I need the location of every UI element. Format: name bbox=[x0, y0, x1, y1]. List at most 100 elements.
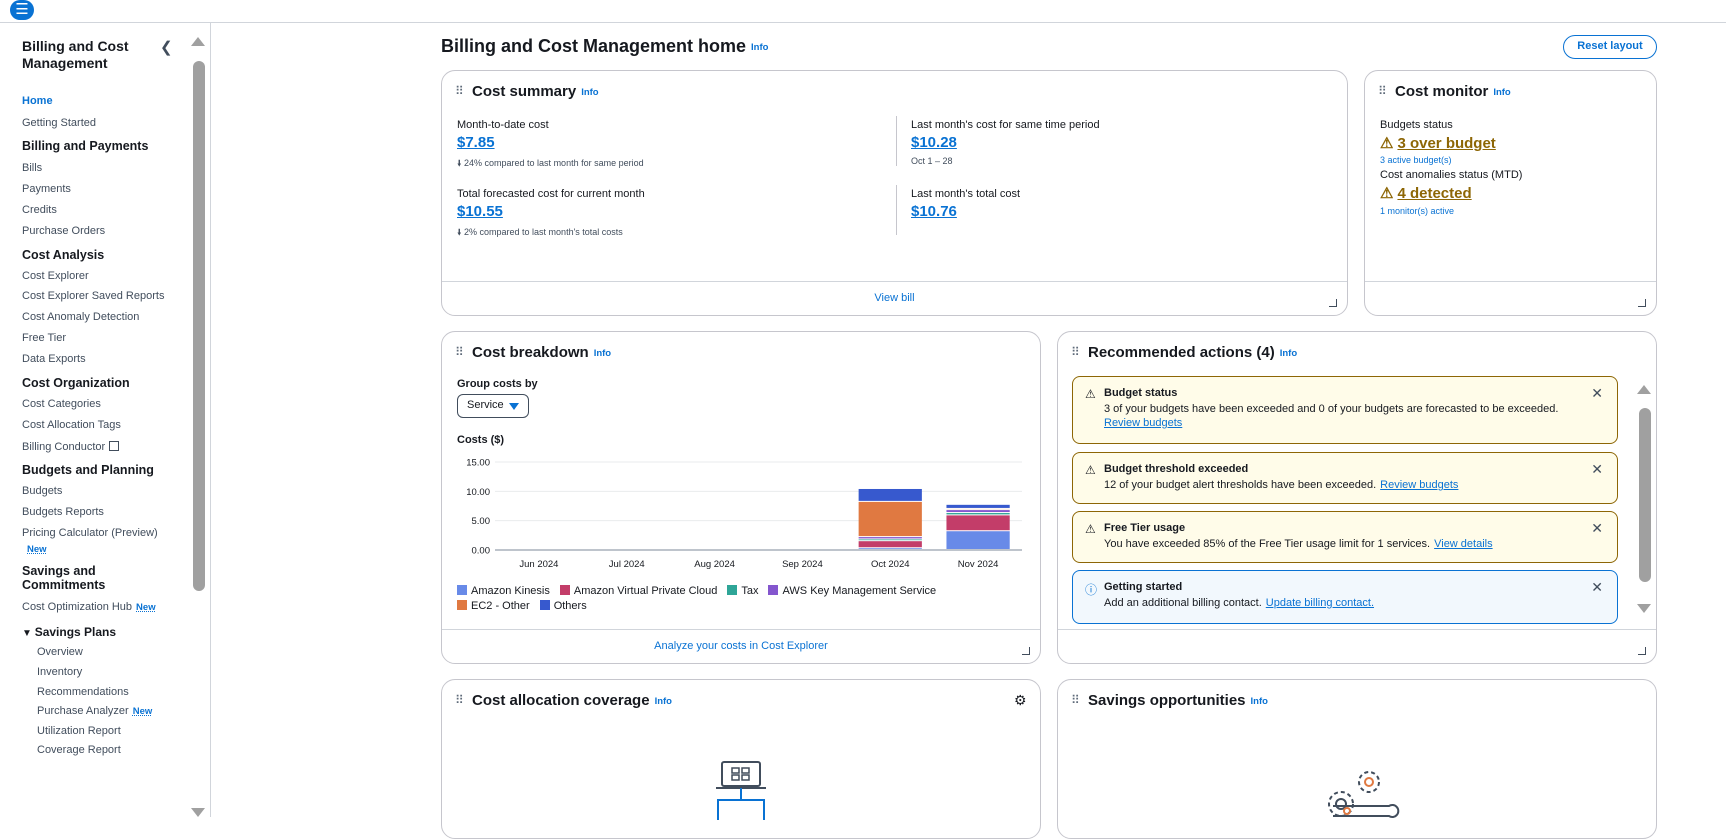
collapse-icon[interactable]: ❮ bbox=[160, 38, 173, 56]
forecast-value[interactable]: $10.55 bbox=[457, 203, 503, 220]
sidebar-item-overview[interactable]: Overview bbox=[37, 646, 83, 658]
drag-handle-icon[interactable]: ⠿ bbox=[455, 84, 463, 98]
active-budgets-link[interactable]: 3 active budget(s) bbox=[1380, 155, 1452, 165]
group-by-select[interactable]: Service bbox=[457, 394, 529, 418]
forecast-label: Total forecasted cost for current month bbox=[457, 188, 645, 200]
alert-action-link[interactable]: View details bbox=[1434, 538, 1493, 550]
legend-item[interactable]: EC2 - Other bbox=[457, 599, 530, 614]
view-bill-link[interactable]: View bill bbox=[874, 292, 914, 304]
budgets-status-value[interactable]: ⚠3 over budget bbox=[1380, 134, 1496, 152]
sidebar-item-pricing-calculator-preview[interactable]: Pricing Calculator (Preview) bbox=[22, 527, 158, 539]
resize-handle-icon[interactable] bbox=[1638, 647, 1646, 655]
bar-segment bbox=[859, 539, 922, 540]
sidebar-item-cost-categories[interactable]: Cost Categories bbox=[22, 398, 101, 410]
sidebar-item-cost-allocation-tags[interactable]: Cost Allocation Tags bbox=[22, 419, 121, 431]
mtd-value[interactable]: $7.85 bbox=[457, 134, 495, 151]
budgets-status-text[interactable]: 3 over budget bbox=[1397, 135, 1495, 152]
sidebar-scrollbar[interactable] bbox=[193, 61, 205, 591]
sidebar-item-home[interactable]: Home bbox=[22, 95, 53, 107]
legend-swatch bbox=[457, 600, 467, 610]
scroll-up-icon[interactable] bbox=[1637, 385, 1651, 394]
warning-icon: ⚠ bbox=[1380, 134, 1393, 152]
alert-action-link[interactable]: Review budgets bbox=[1380, 479, 1458, 491]
sidebar-item-payments[interactable]: Payments bbox=[22, 183, 71, 195]
sidebar: Billing and Cost Management ❮ HomeGettin… bbox=[0, 23, 211, 817]
sidebar-item-credits[interactable]: Credits bbox=[22, 204, 57, 216]
sidebar-section-heading: Commitments bbox=[22, 578, 105, 592]
cost-breakdown-chart: 15.0010.005.000.00Jun 2024Jul 2024Aug 20… bbox=[455, 452, 1030, 577]
info-link[interactable]: Info bbox=[1280, 348, 1297, 359]
sidebar-item-cost-explorer-saved-reports[interactable]: Cost Explorer Saved Reports bbox=[22, 290, 164, 302]
scroll-up-icon[interactable] bbox=[191, 37, 205, 46]
page-title: Billing and Cost Management homeInfo bbox=[441, 36, 768, 57]
alert-text: Add an additional billing contact.Update… bbox=[1104, 597, 1374, 609]
sidebar-item-utilization-report[interactable]: Utilization Report bbox=[37, 725, 121, 737]
anomalies-value[interactable]: ⚠4 detected bbox=[1380, 184, 1472, 202]
resize-handle-icon[interactable] bbox=[1329, 299, 1337, 307]
sidebar-item-purchase-analyzer[interactable]: Purchase AnalyzerNew bbox=[37, 705, 152, 717]
reset-layout-button[interactable]: Reset layout bbox=[1563, 35, 1657, 59]
sidebar-item-data-exports[interactable]: Data Exports bbox=[22, 353, 86, 365]
legend-item[interactable]: AWS Key Management Service bbox=[768, 584, 936, 599]
legend-item[interactable]: Others bbox=[540, 599, 587, 614]
hamburger-icon[interactable]: ☰ bbox=[10, 0, 34, 20]
info-link[interactable]: Info bbox=[581, 87, 598, 98]
legend-item[interactable]: Amazon Kinesis bbox=[457, 584, 550, 599]
last-same-label: Last month's cost for same time period bbox=[911, 119, 1100, 131]
close-icon[interactable]: ✕ bbox=[1591, 461, 1603, 478]
x-tick-label: Jun 2024 bbox=[519, 559, 558, 570]
sidebar-item-label: Purchase Orders bbox=[22, 225, 105, 237]
sidebar-item-bills[interactable]: Bills bbox=[22, 162, 42, 174]
scroll-down-icon[interactable] bbox=[1637, 604, 1651, 613]
sidebar-item-budgets[interactable]: Budgets bbox=[22, 485, 62, 497]
monitors-link[interactable]: 1 monitor(s) active bbox=[1380, 206, 1454, 216]
anomalies-text[interactable]: 4 detected bbox=[1397, 185, 1471, 202]
legend-swatch bbox=[560, 585, 570, 595]
sidebar-item-cost-explorer[interactable]: Cost Explorer bbox=[22, 270, 89, 282]
sidebar-item-getting-started[interactable]: Getting Started bbox=[22, 117, 96, 129]
sidebar-item-billing-conductor[interactable]: Billing Conductor bbox=[22, 440, 119, 453]
sidebar-item-coverage-report[interactable]: Coverage Report bbox=[37, 744, 121, 756]
last-same-value[interactable]: $10.28 bbox=[911, 134, 957, 151]
sidebar-item-free-tier[interactable]: Free Tier bbox=[22, 332, 66, 344]
forecast-comparison-text: 2% compared to last month's total costs bbox=[464, 227, 623, 237]
info-link[interactable]: Info bbox=[1251, 696, 1268, 707]
sidebar-item-inventory[interactable]: Inventory bbox=[37, 666, 82, 678]
divider bbox=[896, 116, 897, 166]
info-link[interactable]: Info bbox=[1493, 87, 1510, 98]
drag-handle-icon[interactable]: ⠿ bbox=[1378, 84, 1386, 98]
cost-explorer-link[interactable]: Analyze your costs in Cost Explorer bbox=[654, 640, 828, 652]
recommended-scrollbar[interactable] bbox=[1639, 408, 1651, 582]
info-link[interactable]: Info bbox=[655, 696, 672, 707]
sidebar-item-label: Recommendations bbox=[37, 686, 129, 698]
drag-handle-icon[interactable]: ⠿ bbox=[1071, 345, 1079, 359]
scroll-down-icon[interactable] bbox=[191, 808, 205, 817]
close-icon[interactable]: ✕ bbox=[1591, 579, 1603, 596]
settings-gear-icon[interactable]: ⚙ bbox=[1014, 692, 1027, 709]
sidebar-item-purchase-orders[interactable]: Purchase Orders bbox=[22, 225, 105, 237]
sidebar-item-cost-optimization-hub[interactable]: Cost Optimization HubNew bbox=[22, 601, 156, 613]
close-icon[interactable]: ✕ bbox=[1591, 520, 1603, 537]
resize-handle-icon[interactable] bbox=[1638, 299, 1646, 307]
legend-item[interactable]: Amazon Virtual Private Cloud bbox=[560, 584, 717, 599]
alert-action-link[interactable]: Review budgets bbox=[1104, 417, 1182, 429]
sidebar-item-recommendations[interactable]: Recommendations bbox=[37, 686, 129, 698]
sidebar-item-cost-anomaly-detection[interactable]: Cost Anomaly Detection bbox=[22, 311, 139, 323]
sidebar-item-label: Budgets bbox=[22, 485, 62, 497]
drag-handle-icon[interactable]: ⠿ bbox=[455, 345, 463, 359]
last-total-value[interactable]: $10.76 bbox=[911, 203, 957, 220]
cost-breakdown-title: Cost breakdownInfo bbox=[472, 344, 611, 361]
legend-item[interactable]: Tax bbox=[727, 584, 758, 599]
resize-handle-icon[interactable] bbox=[1022, 647, 1030, 655]
drag-handle-icon[interactable]: ⠿ bbox=[1071, 693, 1079, 707]
drag-handle-icon[interactable]: ⠿ bbox=[455, 693, 463, 707]
sidebar-item-budgets-reports[interactable]: Budgets Reports bbox=[22, 506, 104, 518]
sidebar-group-savings-plans[interactable]: ▼ Savings Plans bbox=[22, 625, 116, 639]
info-link[interactable]: Info bbox=[594, 348, 611, 359]
sidebar-item-label: Cost Explorer bbox=[22, 270, 89, 282]
legend-swatch bbox=[768, 585, 778, 595]
close-icon[interactable]: ✕ bbox=[1591, 385, 1603, 402]
legend-label: Amazon Virtual Private Cloud bbox=[574, 585, 717, 597]
info-link[interactable]: Info bbox=[751, 42, 768, 53]
alert-action-link[interactable]: Update billing contact. bbox=[1266, 597, 1374, 609]
